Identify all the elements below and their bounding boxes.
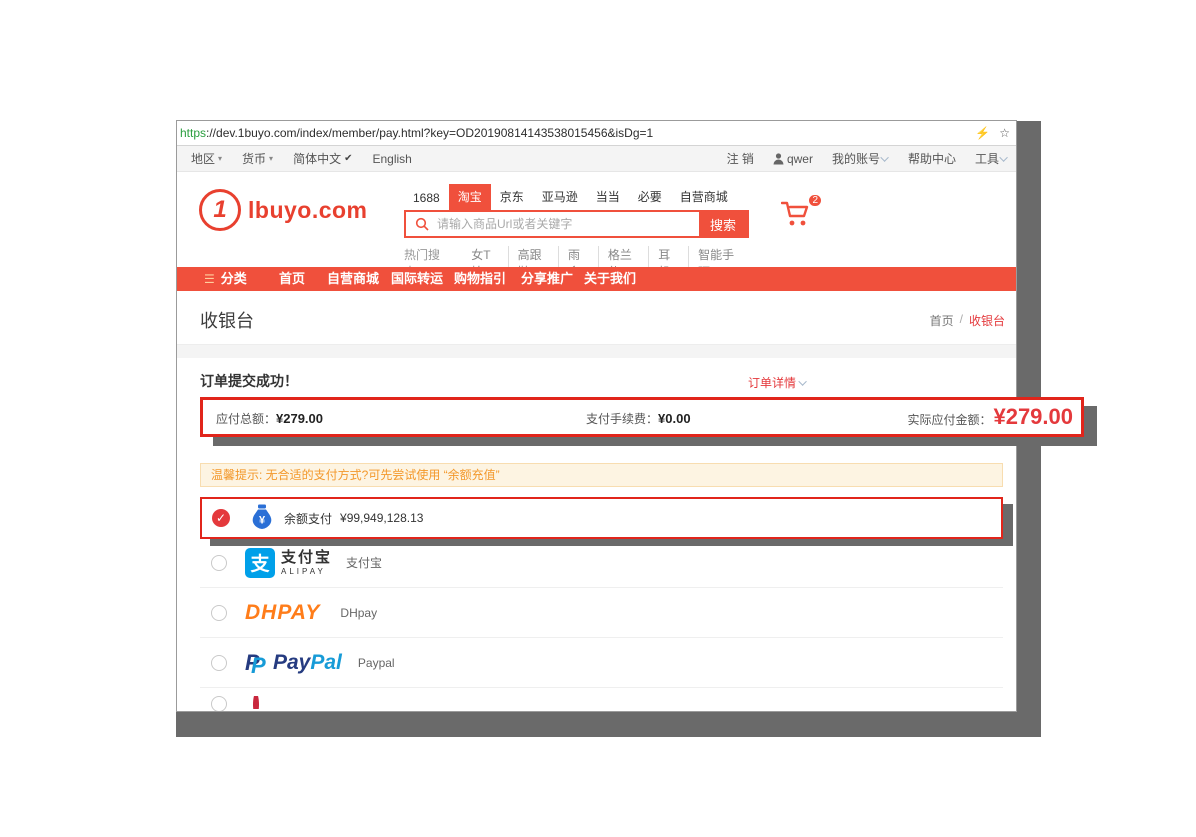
url-rest: ://dev.1buyo.com/index/member/pay.html?k… — [206, 126, 653, 140]
main-navbar: ☰ 分类 首页 自营商城 国际转运 购物指引 分享推广 关于我们 — [177, 267, 1016, 291]
search-tab-taobao[interactable]: 淘宝 — [449, 184, 491, 210]
chevron-down-icon — [798, 377, 806, 385]
username-menu[interactable]: qwer — [773, 152, 813, 166]
order-detail-toggle[interactable]: 订单详情 — [748, 374, 807, 391]
radio-alipay[interactable] — [211, 555, 227, 571]
radio-dhpay[interactable] — [211, 605, 227, 621]
search-tab-biyao[interactable]: 必要 — [629, 184, 671, 210]
region-menu[interactable]: 地区▾ — [191, 150, 222, 167]
hamburger-icon: ☰ — [204, 267, 215, 291]
language-english[interactable]: English — [372, 152, 411, 166]
search-tab-jd[interactable]: 京东 — [491, 184, 533, 210]
amounts-summary-box: 应付总额：¥279.00 支付手续费：¥0.00 实际应付金额：¥279.00 — [200, 397, 1084, 437]
cart-button[interactable]: 2 — [781, 200, 817, 232]
caret-down-icon: ▾ — [218, 154, 222, 163]
search-source-tabs: 1688 淘宝 京东 亚马逊 当当 必要 自营商城 — [404, 184, 749, 210]
url-scheme: https — [180, 126, 206, 140]
paypal-logo: P P PayPal — [245, 650, 342, 676]
nav-about-us[interactable]: 关于我们 — [584, 267, 636, 291]
balance-pay-amount: ¥99,949,128.13 — [340, 511, 423, 525]
search-icon — [415, 217, 429, 231]
breadcrumb: 首页 / 收银台 — [930, 312, 1005, 329]
payment-row-partial[interactable] — [200, 688, 1003, 710]
site-logo[interactable]: 1 lbuyo.com — [199, 189, 368, 231]
payment-fee: 支付手续费：¥0.00 — [586, 410, 691, 427]
chevron-down-icon — [880, 153, 888, 161]
lightning-icon[interactable]: ⚡ — [975, 126, 990, 140]
order-success-message: 订单提交成功！ — [200, 371, 298, 391]
cart-icon — [781, 200, 811, 228]
dhpay-logo: DHPAY — [245, 601, 320, 625]
search-button[interactable]: 搜索 — [699, 212, 747, 236]
language-menu[interactable]: 简体中文✔ — [293, 150, 352, 167]
alipay-logo: 支 支付宝 ALIPAY — [245, 548, 332, 578]
alipay-icon: 支 — [245, 548, 275, 578]
radio-partial[interactable] — [211, 696, 227, 712]
money-bag-icon: ¥ — [250, 504, 274, 533]
payment-row-paypal[interactable]: P P PayPal Paypal — [200, 638, 1003, 688]
breadcrumb-separator: / — [960, 312, 963, 329]
selected-check-icon[interactable]: ✓ — [212, 509, 230, 527]
nav-self-mall[interactable]: 自营商城 — [327, 267, 379, 291]
nav-category[interactable]: ☰ 分类 — [204, 267, 247, 291]
partial-logo-icon — [253, 696, 281, 709]
tools-menu[interactable]: 工具 — [975, 150, 1008, 167]
logout-link[interactable]: 注 销 — [727, 150, 754, 167]
nav-shopping-guide[interactable]: 购物指引 — [454, 267, 506, 291]
page-url[interactable]: https://dev.1buyo.com/index/member/pay.h… — [180, 126, 653, 140]
logo-circle-icon: 1 — [199, 189, 241, 231]
search-tab-selfmall[interactable]: 自营商城 — [671, 184, 737, 210]
search-tab-1688[interactable]: 1688 — [404, 187, 449, 210]
page-title-row: 收银台 首页 / 收银台 — [177, 291, 1016, 345]
svg-text:¥: ¥ — [259, 514, 266, 526]
url-bar[interactable]: https://dev.1buyo.com/index/member/pay.h… — [177, 121, 1016, 146]
search-input[interactable] — [429, 217, 699, 231]
chevron-down-icon — [999, 153, 1007, 161]
paypal-icon: P P — [245, 650, 267, 676]
payment-row-alipay[interactable]: 支 支付宝 ALIPAY 支付宝 — [200, 538, 1003, 588]
alipay-logo-en: ALIPAY — [281, 568, 332, 576]
nav-share-promotion[interactable]: 分享推广 — [521, 267, 573, 291]
nav-home[interactable]: 首页 — [279, 267, 305, 291]
paypal-logo-pal: Pal — [310, 651, 342, 674]
payment-row-balance[interactable]: ✓ ¥ 余额支付 ¥99,949,128.13 — [200, 497, 1003, 539]
radio-paypal[interactable] — [211, 655, 227, 671]
logo-text: lbuyo.com — [248, 197, 368, 224]
payable-total-value: ¥279.00 — [276, 411, 323, 426]
payable-total: 应付总额：¥279.00 — [216, 410, 323, 427]
actual-payable-value: ¥279.00 — [993, 404, 1073, 430]
dhpay-label: DHpay — [340, 606, 377, 620]
payment-row-dhpay[interactable]: DHPAY DHpay — [200, 588, 1003, 638]
search-tab-amazon[interactable]: 亚马逊 — [533, 184, 587, 210]
paypal-label: Paypal — [358, 656, 395, 670]
section-divider — [177, 345, 1016, 358]
breadcrumb-current: 收银台 — [969, 312, 1005, 329]
breadcrumb-home[interactable]: 首页 — [930, 312, 954, 329]
page-title: 收银台 — [200, 307, 254, 333]
balance-pay-label: 余额支付 — [284, 510, 332, 527]
utility-bar: 地区▾ 货币▾ 简体中文✔ English 注 销 qwer 我的账号 帮助中心… — [177, 146, 1016, 172]
alipay-label: 支付宝 — [346, 554, 382, 571]
caret-down-icon: ▾ — [269, 154, 273, 163]
bookmark-star-icon[interactable]: ☆ — [999, 126, 1010, 140]
payment-fee-value: ¥0.00 — [658, 411, 691, 426]
paypal-logo-pay: Pay — [273, 651, 310, 674]
currency-menu[interactable]: 货币▾ — [242, 150, 273, 167]
my-account-menu[interactable]: 我的账号 — [832, 150, 889, 167]
search-box: 搜索 — [404, 210, 749, 238]
check-icon: ✔ — [344, 153, 352, 164]
order-status-row: 订单提交成功！ 订单详情 — [177, 358, 1016, 398]
site-header: 1 lbuyo.com 1688 淘宝 京东 亚马逊 当当 必要 自营商城 搜索… — [177, 172, 1016, 267]
nav-intl-forwarding[interactable]: 国际转运 — [391, 267, 443, 291]
cart-count-badge: 2 — [807, 193, 823, 208]
help-center-link[interactable]: 帮助中心 — [908, 150, 956, 167]
search-tab-dangdang[interactable]: 当当 — [587, 184, 629, 210]
actual-payable: 实际应付金额：¥279.00 — [907, 404, 1073, 430]
alipay-logo-cn: 支付宝 — [281, 550, 332, 565]
payment-tip: 温馨提示: 无合适的支付方式?可先尝试使用 “余额充值” — [200, 463, 1003, 487]
user-icon — [773, 153, 784, 165]
